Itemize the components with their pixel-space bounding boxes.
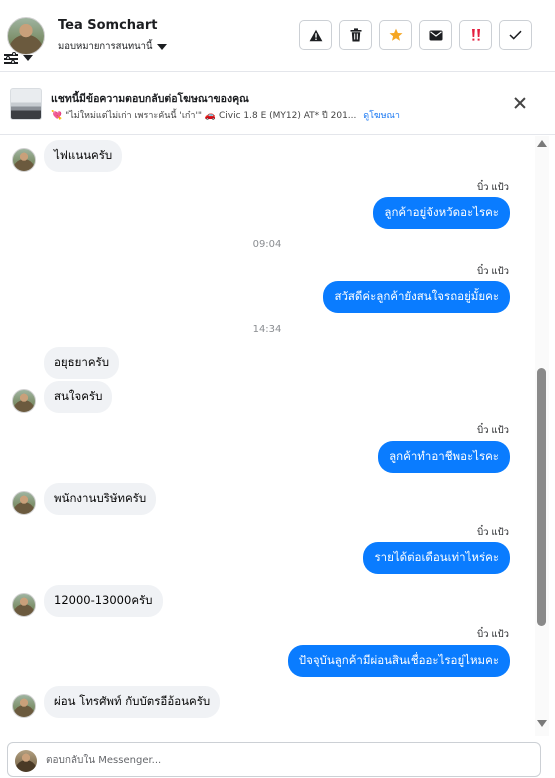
view-ad-link[interactable]: ดูโฆษณา bbox=[363, 111, 400, 121]
contact-avatar bbox=[12, 491, 36, 515]
assign-conversation-label: มอบหมายการสนทนานี้ bbox=[58, 41, 153, 52]
caret-down-icon bbox=[156, 43, 167, 50]
reply-input[interactable] bbox=[46, 751, 516, 769]
scroll-up-arrow-icon[interactable] bbox=[537, 140, 547, 147]
star-button[interactable] bbox=[379, 20, 412, 50]
conversation-actions bbox=[299, 20, 532, 50]
message-bubble[interactable]: สนใจครับ bbox=[44, 381, 113, 413]
envelope-icon bbox=[429, 30, 442, 40]
ad-reply-banner: แชทนี้มีข้อความตอบกลับต่อโฆษณาของคุณ 💘 "… bbox=[0, 73, 555, 135]
reply-composer bbox=[7, 742, 541, 777]
inbox-conversation-panel: Tea Somchart มอบหมายการสนทนานี้ แชทนี้มี… bbox=[0, 0, 555, 778]
sender-name: บิ๋ว แป้ว bbox=[477, 266, 509, 277]
warning-icon bbox=[309, 29, 322, 41]
timestamp: 09:04 bbox=[252, 239, 282, 250]
message-bubble[interactable]: ผ่อน โทรศัพท์ กับบัตรอีอ้อนครับ bbox=[44, 686, 221, 718]
sender-name: บิ๋ว แป้ว bbox=[477, 425, 509, 436]
incoming-message: สนใจครับ bbox=[12, 381, 113, 413]
trash-icon bbox=[350, 28, 361, 42]
contact-avatar bbox=[12, 694, 36, 718]
exclamation-icon bbox=[471, 29, 480, 41]
message-bubble[interactable]: อยุธยาครับ bbox=[44, 347, 120, 379]
star-icon bbox=[389, 28, 402, 41]
sender-name: บิ๋ว แป้ว bbox=[477, 527, 509, 538]
ad-description-text: 💘 "ไม่ใหม่แต่ไม่เก่า เพราะคันนี้ 'เก๋า'"… bbox=[51, 111, 357, 121]
outgoing-message[interactable]: ลูกค้าทำอาชีพอะไรคะ bbox=[378, 441, 510, 473]
delete-button[interactable] bbox=[339, 20, 372, 50]
report-spam-button[interactable] bbox=[299, 20, 332, 50]
message-bubble[interactable]: พนักงานบริษัทครับ bbox=[44, 483, 157, 515]
outgoing-message[interactable]: สวัสดีค่ะลูกค้ายังสนใจรถอยู่มั้ยคะ bbox=[323, 281, 510, 313]
page-avatar bbox=[15, 750, 37, 772]
incoming-message: ผ่อน โทรศัพท์ กับบัตรอีอ้อนครับ bbox=[12, 686, 221, 718]
ad-banner-description: 💘 "ไม่ใหม่แต่ไม่เก่า เพราะคันนี้ 'เก๋า'"… bbox=[51, 108, 400, 122]
message-bubble[interactable]: ไฟแนนครับ bbox=[44, 140, 123, 172]
mark-unread-button[interactable] bbox=[419, 20, 452, 50]
contact-name[interactable]: Tea Somchart bbox=[58, 18, 157, 33]
contact-avatar bbox=[12, 389, 36, 413]
incoming-message: 12000-13000ครับ bbox=[12, 585, 163, 617]
message-bubble[interactable]: 12000-13000ครับ bbox=[44, 585, 163, 617]
mark-important-button[interactable] bbox=[459, 20, 492, 50]
incoming-message: อยุธยาครับ bbox=[44, 347, 120, 379]
sender-name: บิ๋ว แป้ว bbox=[477, 629, 509, 640]
contact-avatar bbox=[12, 148, 36, 172]
timestamp: 14:34 bbox=[252, 324, 282, 335]
check-icon bbox=[509, 30, 522, 40]
message-list: ไฟแนนครับ บิ๋ว แป้ว ลูกค้าอยู่จังหวัดอะไ… bbox=[0, 136, 534, 736]
filter-dropdown[interactable] bbox=[4, 52, 33, 64]
caret-down-icon bbox=[23, 55, 33, 61]
outgoing-message[interactable]: ลูกค้าอยู่จังหวัดอะไรคะ bbox=[373, 197, 510, 229]
sender-name: บิ๋ว แป้ว bbox=[477, 182, 509, 193]
ad-banner-title: แชทนี้มีข้อความตอบกลับต่อโฆษณาของคุณ bbox=[51, 93, 249, 105]
ad-thumbnail[interactable] bbox=[10, 88, 42, 120]
contact-avatar[interactable] bbox=[7, 17, 45, 55]
scroll-down-arrow-icon[interactable] bbox=[537, 720, 547, 727]
outgoing-message[interactable]: รายได้ต่อเดือนเท่าไหร่คะ bbox=[363, 542, 510, 574]
assign-conversation-dropdown[interactable]: มอบหมายการสนทนานี้ bbox=[58, 39, 167, 54]
incoming-message: พนักงานบริษัทครับ bbox=[12, 483, 157, 515]
mark-done-button[interactable] bbox=[499, 20, 532, 50]
outgoing-message[interactable]: ปัจจุบันลูกค้ามีผ่อนสินเชื่ออะไรอยู่ไหมค… bbox=[287, 645, 510, 677]
scrollbar-thumb[interactable] bbox=[537, 368, 546, 626]
close-icon[interactable] bbox=[513, 96, 527, 110]
conversation-header: Tea Somchart มอบหมายการสนทนานี้ bbox=[0, 0, 555, 72]
contact-avatar bbox=[12, 593, 36, 617]
sliders-icon bbox=[4, 52, 18, 64]
incoming-message: ไฟแนนครับ bbox=[12, 140, 123, 172]
